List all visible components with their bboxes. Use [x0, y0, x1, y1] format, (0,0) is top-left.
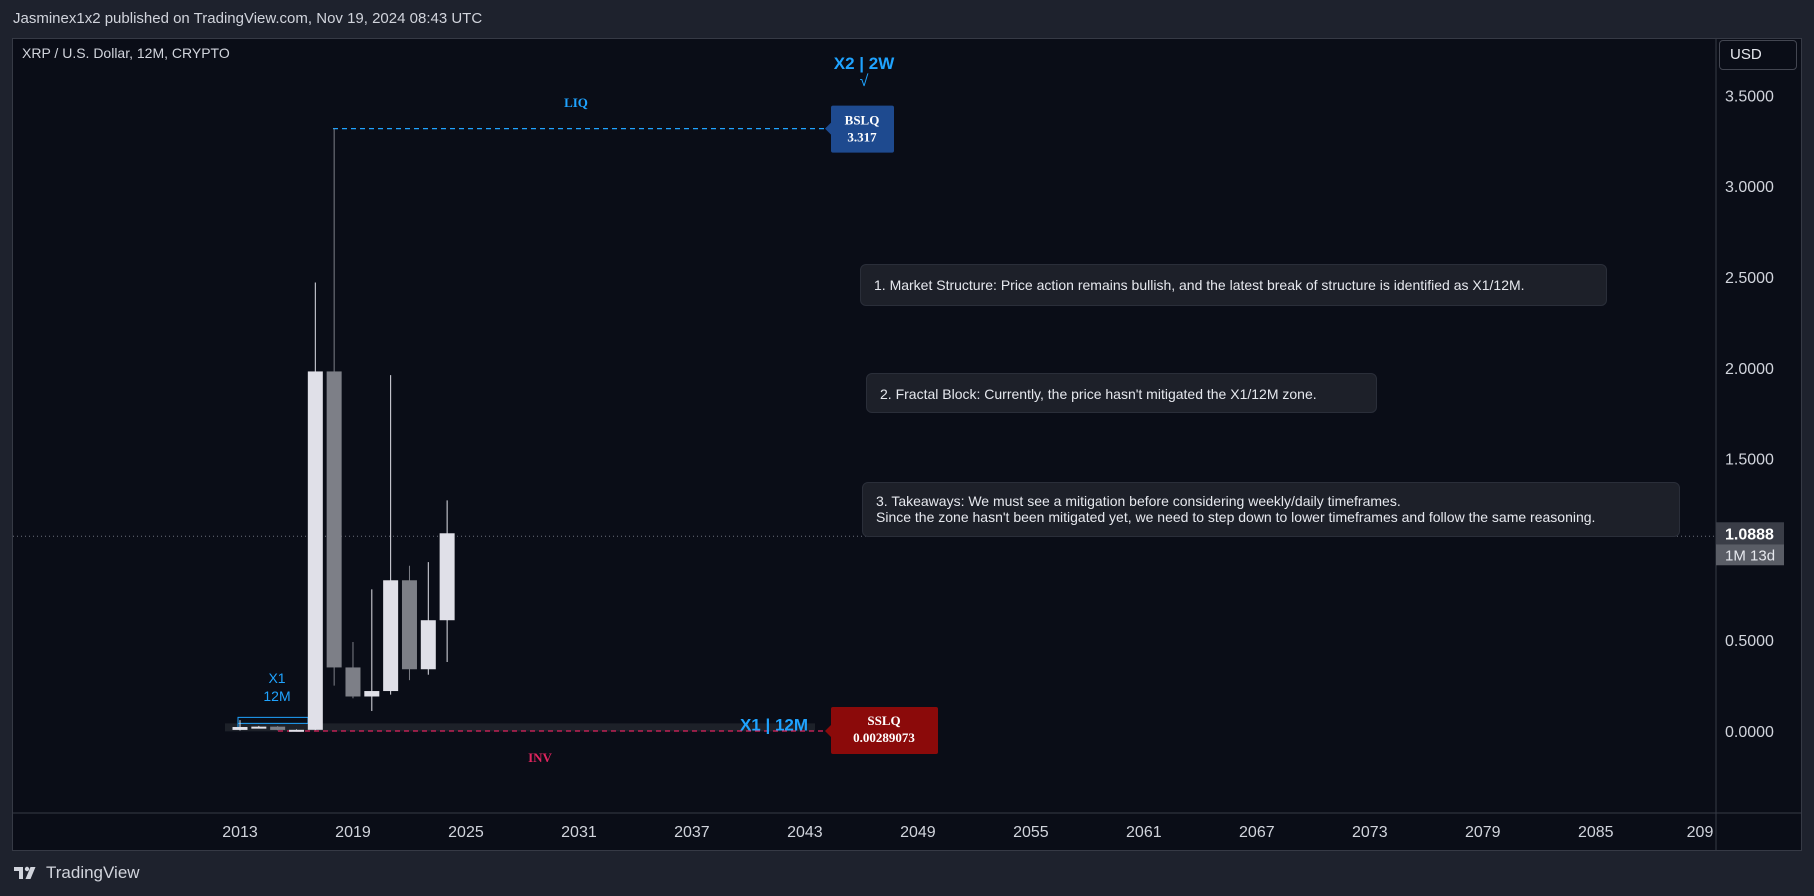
- x-tick-label: 2043: [787, 824, 823, 841]
- note-text: 2. Fractal Block: Currently, the price h…: [880, 386, 1317, 402]
- x1-marker-label: X1: [268, 670, 285, 686]
- sslq-value: 0.00289073: [853, 730, 915, 745]
- countdown-value: 1M 13d: [1725, 547, 1775, 564]
- y-tick-label: 1.5000: [1725, 452, 1774, 469]
- x-tick-label: 2019: [335, 824, 371, 841]
- candle-body: [326, 371, 342, 668]
- brand-name: TradingView: [46, 863, 140, 882]
- candle-body: [232, 727, 248, 730]
- x1-12m-label: X1 | 12M: [740, 715, 808, 734]
- candle: [439, 500, 455, 662]
- y-tick-label: 0.5000: [1725, 633, 1774, 650]
- candle-body: [439, 533, 455, 621]
- y-tick-label: 0.0000: [1725, 724, 1774, 741]
- x-tick-label: 2037: [674, 824, 710, 841]
- candle-body: [288, 729, 304, 732]
- candle: [383, 375, 399, 695]
- note-takeaways: 3. Takeaways: We must see a mitigation b…: [862, 482, 1680, 537]
- x-tick-label: 2073: [1352, 824, 1388, 841]
- bottom-bar: TradingView: [0, 851, 1814, 896]
- tradingview-logo-icon: [14, 866, 36, 879]
- x-tick-label: 2067: [1239, 824, 1275, 841]
- liq-label: LIQ: [564, 95, 588, 110]
- x-tick-label: 2031: [561, 824, 597, 841]
- candle-body: [364, 691, 380, 697]
- note-text: 1. Market Structure: Price action remain…: [874, 277, 1525, 293]
- x-tick-label: 2061: [1126, 824, 1162, 841]
- sslq-title: SSLQ: [867, 713, 900, 728]
- candle-body: [307, 371, 323, 730]
- bslq-value: 3.317: [847, 130, 877, 145]
- chart-canvas[interactable]: 3.5000 3.0000 2.5000 2.0000 1.5000 0.5000 0.00…: [0, 0, 1814, 896]
- tradingview-logo[interactable]: TradingView: [14, 863, 140, 883]
- sslq-pointer: [825, 725, 831, 737]
- y-tick-label: 2.0000: [1725, 361, 1774, 378]
- candle: [345, 642, 361, 699]
- note-text: 3. Takeaways: We must see a mitigation b…: [876, 493, 1401, 509]
- currency-button[interactable]: USD: [1719, 40, 1797, 70]
- candle-body: [383, 580, 399, 692]
- x1-marker-label: 12M: [263, 688, 290, 704]
- candle: [401, 565, 417, 681]
- inv-label: INV: [528, 750, 552, 765]
- current-price-value: 1.0888: [1725, 526, 1774, 543]
- candle-body: [420, 620, 436, 670]
- x-tick-label: 2079: [1465, 824, 1501, 841]
- x-tick-label: 209: [1687, 824, 1714, 841]
- note-market-structure: 1. Market Structure: Price action remain…: [860, 264, 1607, 306]
- candle: [307, 282, 323, 731]
- candle-body: [251, 726, 267, 729]
- candle: [326, 128, 342, 686]
- candle-body: [270, 726, 286, 730]
- note-fractal-block: 2. Fractal Block: Currently, the price h…: [866, 373, 1377, 413]
- x1-zone-marker: [237, 716, 309, 724]
- symbol-title: XRP / U.S. Dollar, 12M, CRYPTO: [22, 45, 230, 61]
- x2-2w-label: X2 | 2W: [834, 54, 895, 73]
- x-tick-label: 2085: [1578, 824, 1614, 841]
- candle-body: [401, 580, 417, 670]
- y-tick-label: 2.5000: [1725, 270, 1774, 287]
- price-axis-panel: [1716, 39, 1801, 813]
- x-tick-label: 2055: [1013, 824, 1049, 841]
- y-tick-label: 3.5000: [1725, 88, 1774, 105]
- x-tick-label: 2013: [222, 824, 258, 841]
- candle: [270, 726, 286, 731]
- x-tick-label: 2049: [900, 824, 936, 841]
- x2-check-mark: √: [860, 73, 869, 90]
- bslq-pointer: [825, 122, 831, 135]
- x-tick-label: 2025: [448, 824, 484, 841]
- candle-body: [345, 667, 361, 697]
- y-tick-label: 3.0000: [1725, 179, 1774, 196]
- bslq-title: BSLQ: [845, 113, 880, 128]
- note-text: Since the zone hasn't been mitigated yet…: [876, 509, 1596, 525]
- candle: [364, 589, 380, 712]
- candle: [420, 562, 436, 675]
